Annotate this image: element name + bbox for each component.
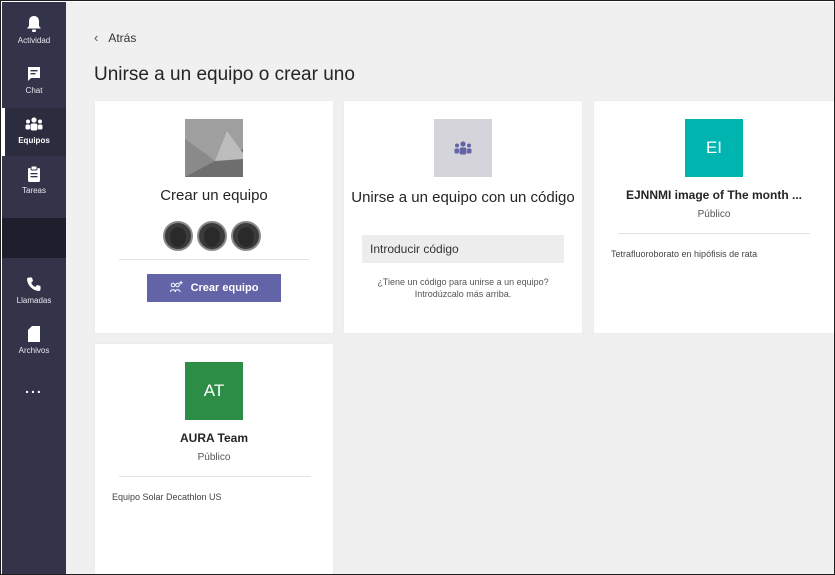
rail-item-label: Archivos [18, 346, 50, 355]
team-name: EJNNMI image of The month ... [625, 188, 802, 202]
image-placeholder-icon [185, 119, 243, 177]
create-team-heading: Crear un equipo [160, 187, 268, 204]
join-team-card: Unirse a un equipo con un código ¿Tiene … [344, 101, 582, 333]
main-area: ‹ Atrás Unirse a un equipo o crear uno C… [66, 2, 834, 574]
add-people-icon [169, 280, 183, 296]
teams-icon [434, 119, 492, 177]
divider [119, 476, 311, 477]
rail-item-chat[interactable]: Chat [2, 58, 66, 106]
bell-icon [24, 14, 44, 34]
left-rail: Actividad Chat Equipos Tareas Llamadas A… [2, 2, 66, 574]
more-apps-icon[interactable]: ... [2, 376, 66, 400]
rail-item-equipos[interactable]: Equipos [2, 108, 66, 156]
tasks-icon [24, 164, 44, 184]
create-team-button[interactable]: Crear equipo [147, 274, 281, 302]
rail-item-label: Equipos [18, 136, 50, 145]
team-visibility: Público [697, 209, 731, 220]
team-avatar: AT [185, 362, 243, 420]
team-description: Equipo Solar Decathlon US [112, 492, 222, 502]
rail-item-label: Tareas [21, 186, 46, 195]
team-avatar: EI [685, 119, 743, 177]
chat-icon [24, 64, 44, 84]
teams-icon [24, 114, 44, 134]
rail-item-tareas[interactable]: Tareas [2, 158, 66, 206]
avatar [163, 221, 193, 251]
rail-app-slot[interactable] [2, 218, 66, 258]
file-icon [24, 324, 44, 344]
page-title: Unirse a un equipo o crear uno [94, 64, 355, 85]
create-team-button-label: Crear equipo [190, 282, 259, 294]
rail-item-label: Chat [25, 86, 43, 95]
create-team-card: Crear un equipo Crear equipo [95, 101, 333, 333]
back-link[interactable]: ‹ Atrás [94, 30, 136, 45]
app-window: Actividad Chat Equipos Tareas Llamadas A… [0, 0, 835, 575]
avatar-group [163, 221, 261, 251]
team-name: AURA Team [179, 431, 248, 445]
team-visibility: Público [197, 452, 231, 463]
rail-item-label: Llamadas [16, 296, 52, 305]
rail-item-label: Actividad [17, 36, 51, 45]
avatar [197, 221, 227, 251]
team-description: Tetrafluoroborato en hipófisis de rata [611, 249, 758, 259]
join-team-heading: Unirse a un equipo con un código [351, 189, 575, 206]
avatar [231, 221, 261, 251]
team-code-input[interactable] [362, 235, 564, 263]
back-label: Atrás [108, 30, 137, 45]
team-card[interactable]: AT AURA Team Público Equipo Solar Decath… [95, 344, 333, 574]
rail-item-archivos[interactable]: Archivos [2, 318, 66, 366]
phone-icon [24, 274, 44, 294]
chevron-left-icon: ‹ [94, 30, 99, 45]
rail-item-actividad[interactable]: Actividad [2, 8, 66, 56]
divider [119, 259, 309, 260]
divider [618, 233, 810, 234]
code-help-text: ¿Tiene un código para unirse a un equipo… [377, 277, 549, 299]
rail-item-llamadas[interactable]: Llamadas [2, 268, 66, 316]
team-card[interactable]: EI EJNNMI image of The month ... Público… [594, 101, 834, 333]
